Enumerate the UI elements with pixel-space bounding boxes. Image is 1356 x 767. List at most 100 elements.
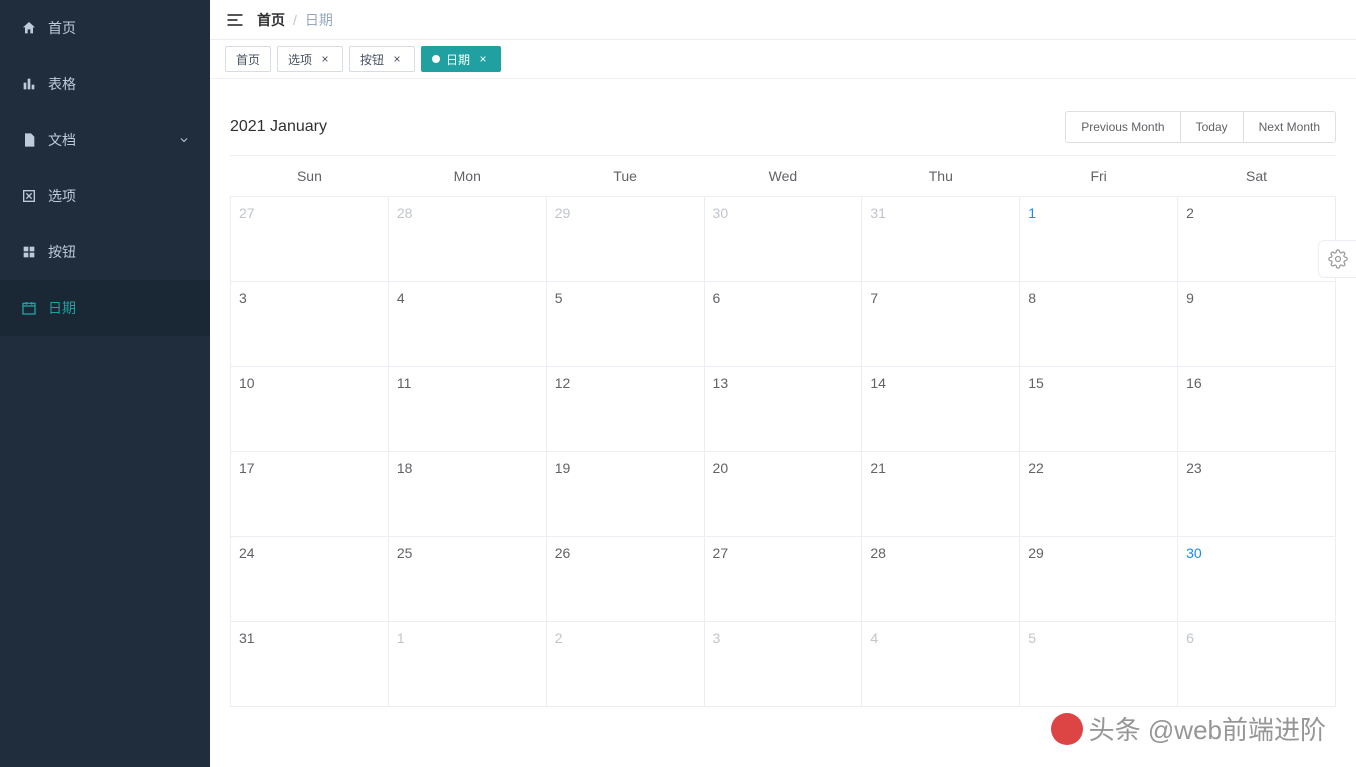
day-number: 23: [1186, 460, 1202, 476]
calendar-cell[interactable]: 27: [231, 197, 389, 282]
calendar-cell[interactable]: 1: [1020, 197, 1178, 282]
next-month-button[interactable]: Next Month: [1244, 111, 1336, 143]
day-number: 5: [1028, 630, 1036, 646]
calendar-cell[interactable]: 27: [704, 537, 862, 622]
sidebar: 首页表格文档选项按钮日期: [0, 0, 210, 767]
calendar-cell[interactable]: 15: [1020, 367, 1178, 452]
day-number: 17: [239, 460, 255, 476]
calendar-cell[interactable]: 29: [1020, 537, 1178, 622]
close-icon[interactable]: ×: [390, 52, 404, 66]
day-number: 8: [1028, 290, 1036, 306]
day-number: 5: [555, 290, 563, 306]
sidebar-item-home[interactable]: 首页: [0, 0, 210, 56]
calendar-cell[interactable]: 21: [862, 452, 1020, 537]
day-number: 26: [555, 545, 571, 561]
day-number: 29: [1028, 545, 1044, 561]
calendar-cell[interactable]: 31: [862, 197, 1020, 282]
calendar-cell[interactable]: 28: [862, 537, 1020, 622]
calendar-cell[interactable]: 2: [1178, 197, 1336, 282]
calendar-cell[interactable]: 8: [1020, 282, 1178, 367]
content-area: 2021 January Previous Month Today Next M…: [210, 79, 1356, 767]
sidebar-item-label: 首页: [48, 18, 190, 38]
sidebar-item-chart[interactable]: 表格: [0, 56, 210, 112]
home-icon: [20, 19, 38, 37]
calendar-cell[interactable]: 5: [546, 282, 704, 367]
weekday-header: Mon: [388, 156, 546, 197]
close-icon[interactable]: ×: [476, 52, 490, 66]
calendar-cell[interactable]: 30: [704, 197, 862, 282]
day-number: 7: [870, 290, 878, 306]
tab-按钮[interactable]: 按钮 ×: [349, 46, 415, 72]
breadcrumb: 首页 / 日期: [257, 10, 333, 30]
day-number: 31: [870, 205, 886, 221]
today-button[interactable]: Today: [1181, 111, 1244, 143]
calendar-cell[interactable]: 2: [546, 622, 704, 707]
day-number: 21: [870, 460, 886, 476]
calendar-cell[interactable]: 18: [388, 452, 546, 537]
day-number: 4: [870, 630, 878, 646]
close-icon[interactable]: ×: [318, 52, 332, 66]
sidebar-item-label: 选项: [48, 186, 190, 206]
day-number: 3: [713, 630, 721, 646]
calendar-cell[interactable]: 5: [1020, 622, 1178, 707]
sidebar-item-doc[interactable]: 文档: [0, 112, 210, 168]
calendar-cell[interactable]: 6: [1178, 622, 1336, 707]
sidebar-item-grid[interactable]: 按钮: [0, 224, 210, 280]
calendar-cell[interactable]: 3: [231, 282, 389, 367]
calendar-cell[interactable]: 20: [704, 452, 862, 537]
calendar-cell[interactable]: 1: [388, 622, 546, 707]
day-number: 22: [1028, 460, 1044, 476]
calendar-cell[interactable]: 28: [388, 197, 546, 282]
breadcrumb-home[interactable]: 首页: [257, 10, 285, 30]
calendar-cell[interactable]: 30: [1178, 537, 1336, 622]
calendar-cell[interactable]: 26: [546, 537, 704, 622]
calendar-cell[interactable]: 29: [546, 197, 704, 282]
calendar-cell[interactable]: 6: [704, 282, 862, 367]
calendar-cell[interactable]: 17: [231, 452, 389, 537]
gear-icon: [1328, 249, 1348, 269]
tab-选项[interactable]: 选项 ×: [277, 46, 343, 72]
calendar-cell[interactable]: 13: [704, 367, 862, 452]
calendar-cell[interactable]: 11: [388, 367, 546, 452]
tab-label: 选项: [288, 51, 312, 68]
calendar-cell[interactable]: 16: [1178, 367, 1336, 452]
day-number: 30: [713, 205, 729, 221]
calendar-cell[interactable]: 25: [388, 537, 546, 622]
hamburger-icon[interactable]: [225, 10, 245, 30]
calendar-cell[interactable]: 31: [231, 622, 389, 707]
sidebar-item-label: 文档: [48, 130, 178, 150]
tab-首页[interactable]: 首页: [225, 46, 271, 72]
sidebar-item-label: 日期: [48, 298, 190, 318]
tab-label: 按钮: [360, 51, 384, 68]
calendar-cell[interactable]: 12: [546, 367, 704, 452]
day-number: 19: [555, 460, 571, 476]
day-number: 4: [397, 290, 405, 306]
calendar-cell[interactable]: 4: [388, 282, 546, 367]
calendar-cell[interactable]: 7: [862, 282, 1020, 367]
tabs-bar: 首页选项×按钮×日期×: [210, 40, 1356, 79]
settings-button[interactable]: [1318, 240, 1356, 278]
calendar-cell[interactable]: 9: [1178, 282, 1336, 367]
calendar-cell[interactable]: 19: [546, 452, 704, 537]
weekday-header: Sun: [231, 156, 389, 197]
calendar-cell[interactable]: 10: [231, 367, 389, 452]
prev-month-button[interactable]: Previous Month: [1065, 111, 1180, 143]
day-number: 11: [397, 375, 412, 391]
day-number: 2: [1186, 205, 1194, 221]
calendar-cell[interactable]: 23: [1178, 452, 1336, 537]
tab-日期[interactable]: 日期×: [421, 46, 501, 72]
calendar-cell[interactable]: 3: [704, 622, 862, 707]
breadcrumb-separator: /: [293, 12, 297, 28]
sidebar-item-calendar[interactable]: 日期: [0, 280, 210, 336]
calendar-cell[interactable]: 14: [862, 367, 1020, 452]
calendar-cell[interactable]: 4: [862, 622, 1020, 707]
day-number: 24: [239, 545, 255, 561]
day-number: 18: [397, 460, 413, 476]
day-number: 12: [555, 375, 571, 391]
calendar-cell[interactable]: 22: [1020, 452, 1178, 537]
day-number: 27: [713, 545, 729, 561]
sidebar-item-checkbox[interactable]: 选项: [0, 168, 210, 224]
calendar-cell[interactable]: 24: [231, 537, 389, 622]
calendar-icon: [20, 299, 38, 317]
day-number: 1: [397, 630, 405, 646]
